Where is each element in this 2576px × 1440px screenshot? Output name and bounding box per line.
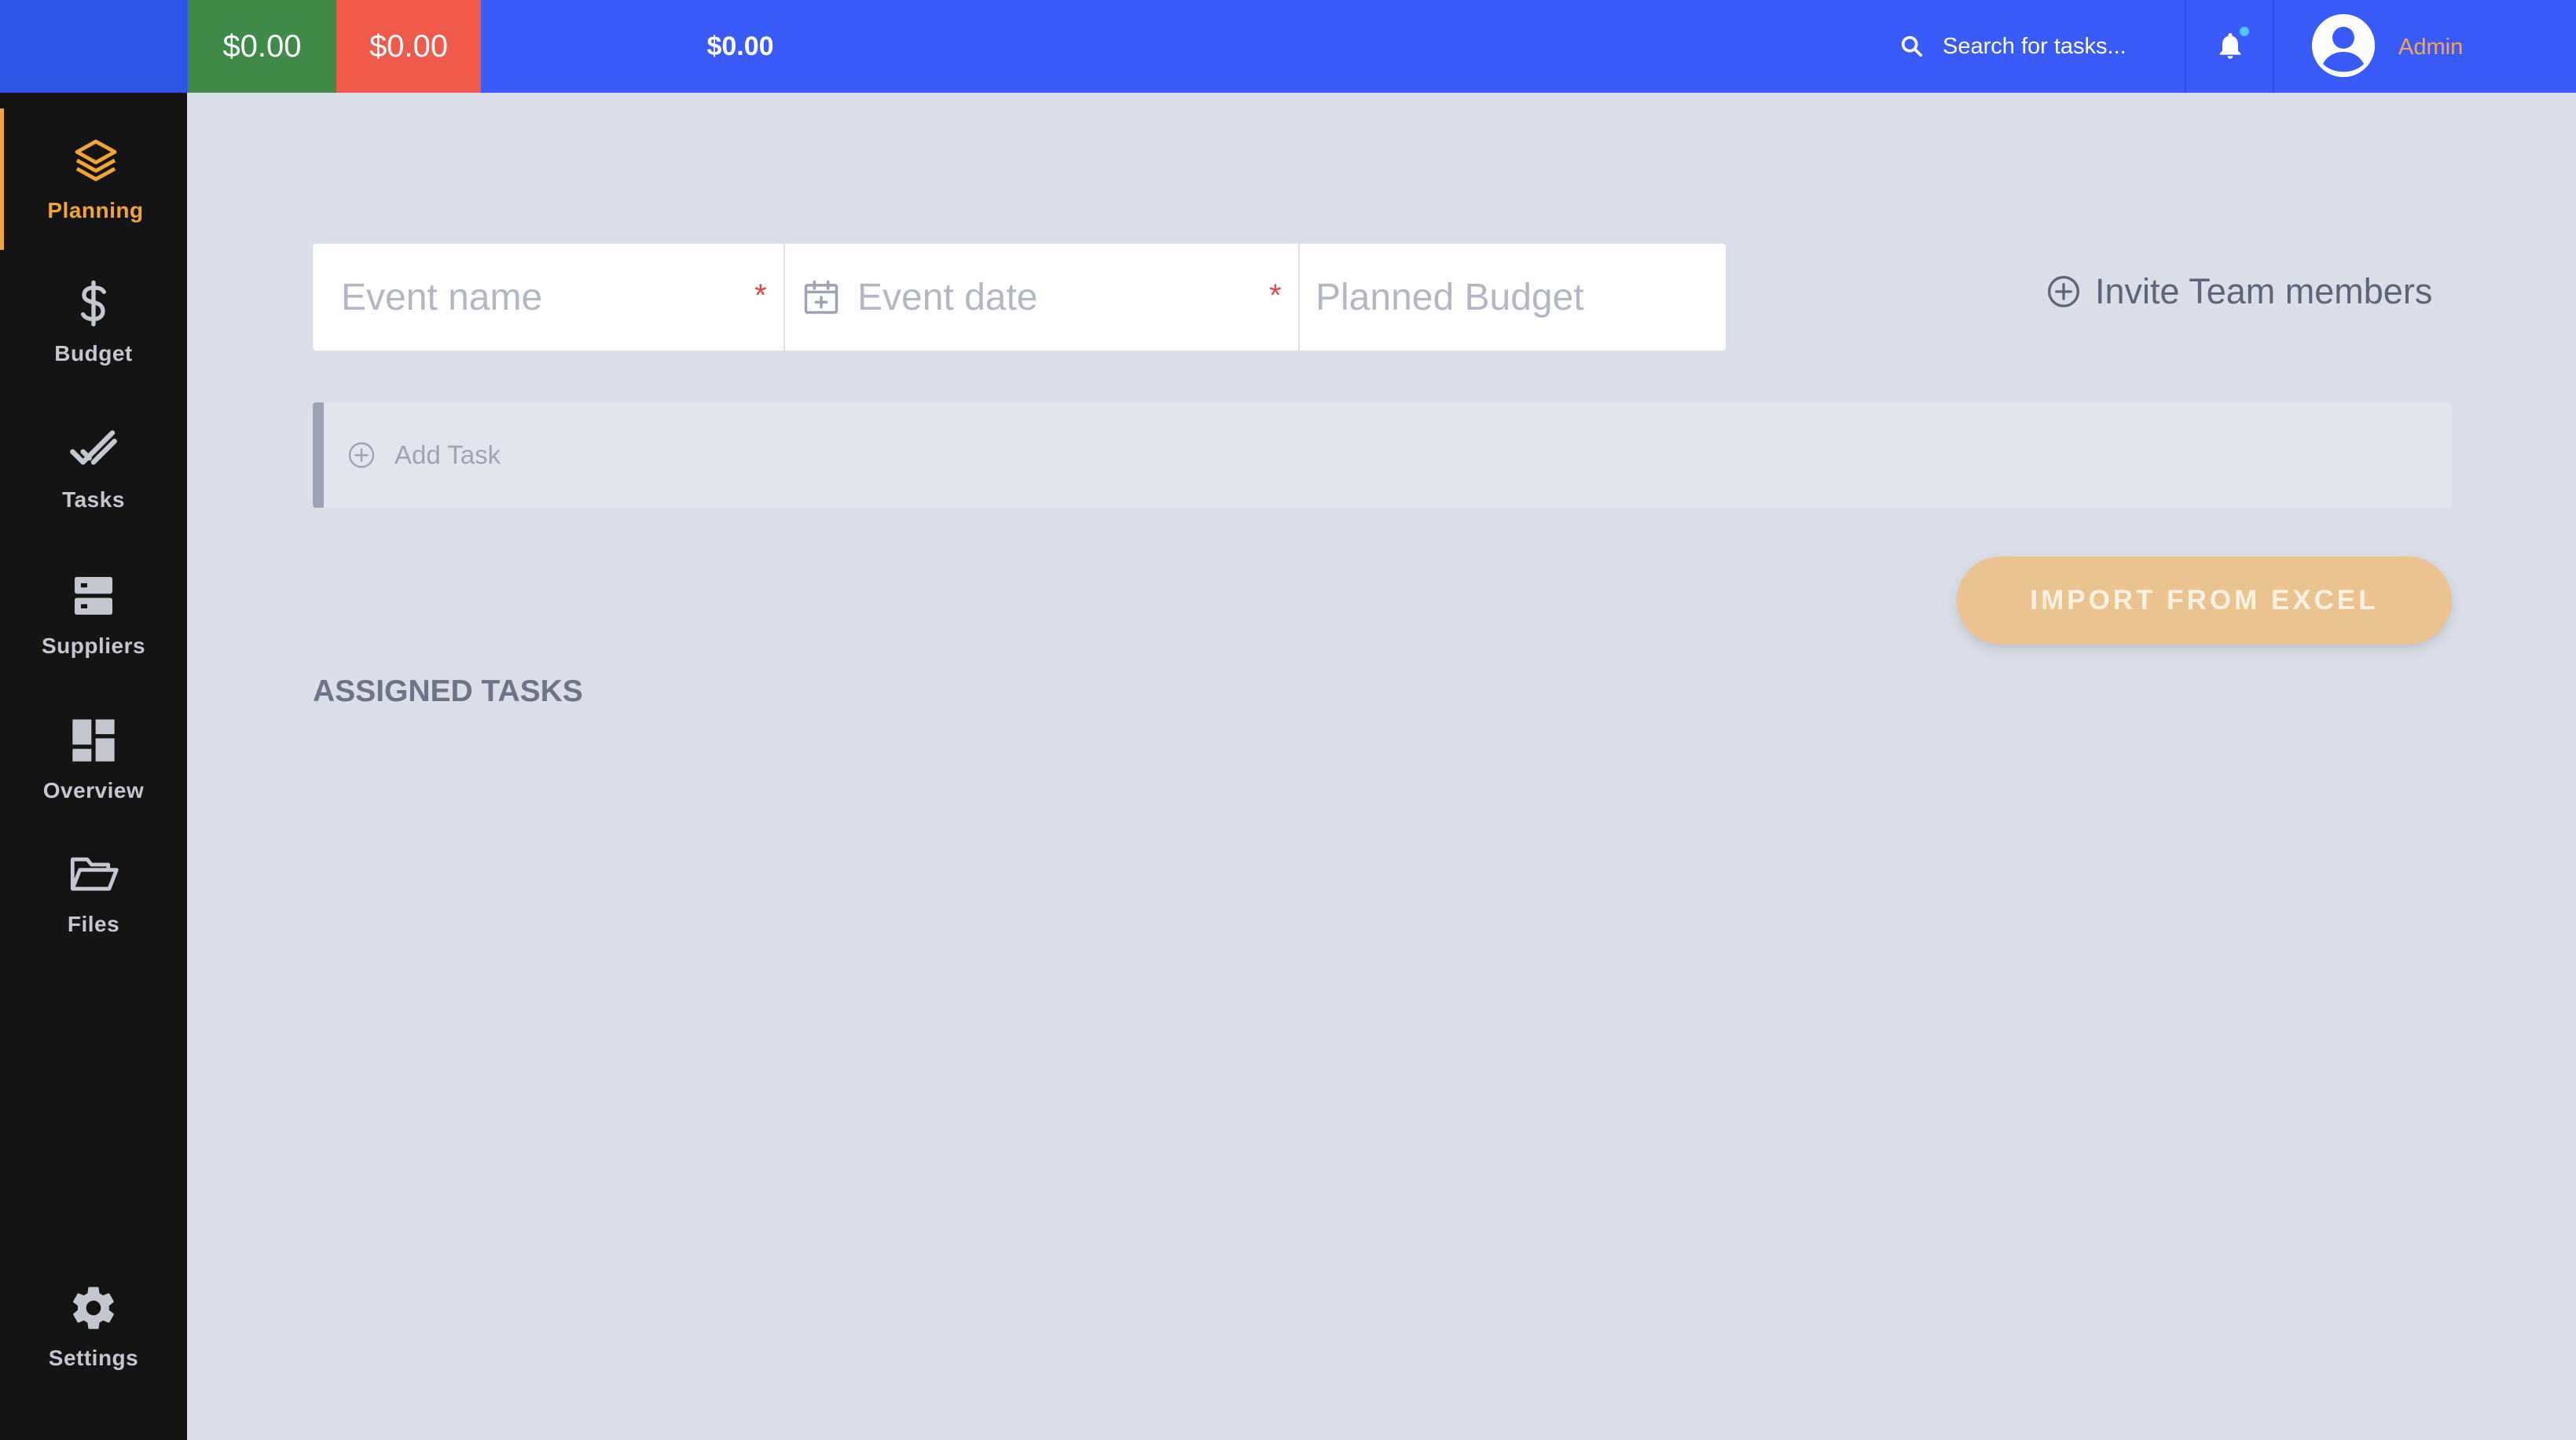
sidebar-item-suppliers[interactable]: Suppliers [0,544,187,685]
search-icon [1901,35,1923,57]
income-amount: $0.00 [188,0,336,93]
assigned-tasks-heading: ASSIGNED TASKS [313,674,583,708]
sidebar-item-label: Files [67,912,120,936]
event-form: Event name * Event date * Planned Budget [313,244,1726,351]
sidebar-item-tasks[interactable]: Tasks [0,398,187,539]
event-name-field[interactable]: Event name * [313,244,785,351]
planned-budget-placeholder: Planned Budget [1316,276,1584,318]
import-from-excel-button[interactable]: IMPORT FROM EXCEL [1957,557,2452,645]
notification-dot [2240,27,2249,36]
gear-icon [73,1287,114,1329]
dashboard-icon [72,719,115,762]
double-check-icon [70,430,117,465]
sidebar-logo-area [0,0,187,93]
calendar-icon [804,280,838,314]
dollar-icon [80,280,106,327]
sidebar-item-budget[interactable]: Budget [0,252,187,393]
sidebar-item-label: Overview [42,778,145,803]
event-name-placeholder: Event name [341,276,543,318]
sidebar-item-label: Budget [54,341,133,366]
add-task-input[interactable]: Add Task [313,402,2452,508]
header-divider [2273,0,2274,93]
sidebar-item-files[interactable]: Files [0,822,187,964]
avatar[interactable] [2312,14,2375,77]
folder-open-icon [70,857,119,891]
search-input[interactable]: Search for tasks... [1899,27,2158,66]
sidebar-item-label: Tasks [62,487,125,512]
sidebar-item-label: Settings [48,1346,139,1370]
user-icon [2312,14,2375,77]
plus-circle-icon [348,442,375,468]
invite-team-button[interactable]: Invite Team members [2046,271,2432,312]
event-date-placeholder: Event date [857,276,1038,318]
sidebar: Planning Budget Tasks Suppliers Overview… [0,0,187,1440]
sidebar-item-settings[interactable]: Settings [0,1256,187,1398]
search-placeholder: Search for tasks... [1943,33,2126,59]
header-divider [2185,0,2186,93]
expense-amount: $0.00 [336,0,481,93]
plus-circle-icon [2048,276,2079,307]
server-icon [75,577,112,615]
balance-amount: $0.00 [706,31,774,61]
required-mark: * [1269,278,1282,313]
required-mark: * [754,278,767,313]
sidebar-item-overview[interactable]: Overview [0,689,187,830]
sidebar-item-planning[interactable]: Planning [0,108,187,250]
event-date-field[interactable]: Event date * [785,244,1300,351]
user-name[interactable]: Admin [2398,35,2463,61]
sidebar-item-label: Suppliers [41,634,146,658]
planned-budget-field[interactable]: Planned Budget [1300,244,1726,351]
invite-team-label: Invite Team members [2095,271,2433,311]
layers-icon [75,139,116,182]
add-task-label: Add Task [394,440,501,469]
sidebar-item-label: Planning [47,198,144,222]
